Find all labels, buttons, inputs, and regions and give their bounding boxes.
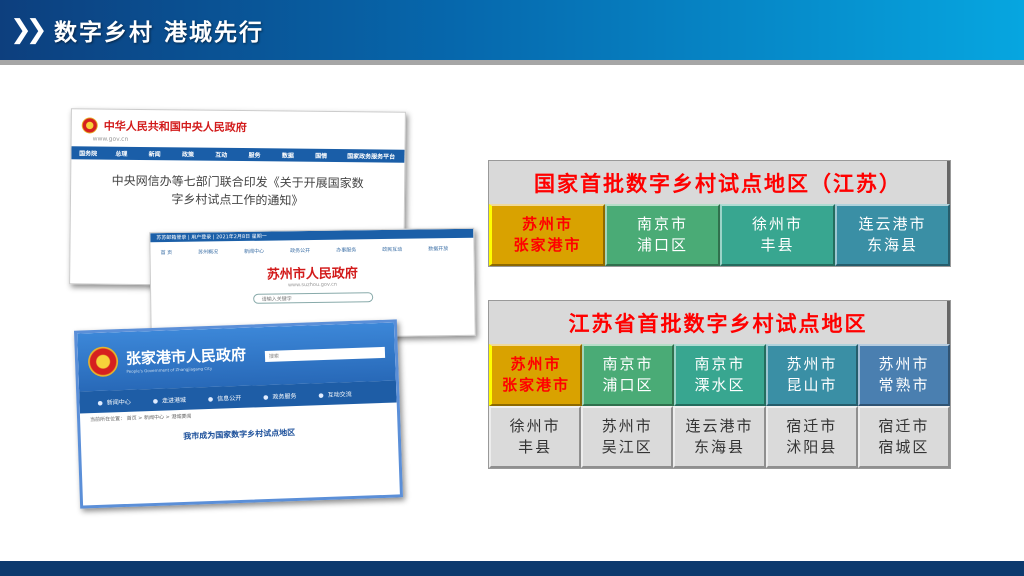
- pilot-area-cell: 宿迁市 沭阳县: [765, 406, 858, 468]
- pilot-district: 张家港市: [513, 236, 582, 254]
- pilot-area-cell: 徐州市 丰县: [489, 406, 582, 468]
- pilot-city: 南京市: [602, 355, 654, 373]
- pilot-district: 东海县: [866, 236, 918, 254]
- pilot-area-cell: 苏州市 张家港市: [489, 204, 605, 266]
- nav-item: 国情: [315, 152, 328, 160]
- pilot-area-cell: 南京市 浦口区: [605, 204, 720, 266]
- pilot-city: 连云港市: [858, 215, 927, 233]
- pilot-city: 苏州市: [521, 215, 573, 233]
- nav-item: 互动: [215, 151, 228, 159]
- article-title: 我市成为国家数字乡村试点地区: [183, 428, 296, 441]
- pilot-district: 宿城区: [878, 438, 930, 456]
- pilot-area-cell: 南京市 溧水区: [674, 344, 766, 406]
- pilot-city: 连云港市: [685, 417, 754, 435]
- nav-item: 服务: [248, 152, 261, 160]
- site-name: 张家港市人民政府: [125, 345, 247, 368]
- nav-item: 政务公开: [290, 248, 311, 255]
- national-emblem-icon: [81, 117, 98, 134]
- nav-item: 数据: [281, 152, 294, 160]
- nav-item: 办事服务: [336, 247, 357, 254]
- nav-item: 苏州概况: [198, 249, 219, 256]
- pilot-district: 丰县: [760, 236, 795, 254]
- nav-item: 政务服务: [263, 390, 296, 400]
- slide-title: 数字乡村 港城先行: [54, 20, 265, 46]
- provincial-pilot-table: 江苏省首批数字乡村试点地区 苏州市 张家港市 南京市 浦口区 南京市 溧水区 苏州市 昆山市苏…: [488, 300, 951, 469]
- nav-item: 国家政务服务平台: [347, 153, 396, 161]
- pilot-city: 宿迁市: [786, 417, 838, 435]
- nav-item: 首 页: [160, 249, 173, 257]
- pilot-city: 徐州市: [751, 215, 803, 233]
- pilot-city: 苏州市: [878, 355, 930, 373]
- pilot-city: 苏州市: [601, 417, 653, 435]
- pilot-city: 宿迁市: [878, 417, 930, 435]
- pilot-area-cell: 南京市 浦口区: [582, 344, 674, 406]
- nav-item: 国务院: [79, 150, 98, 158]
- pilot-district: 东海县: [694, 438, 746, 456]
- site-name: 中华人民共和国中央人民政府: [103, 119, 247, 135]
- search-box: 搜索: [264, 346, 386, 362]
- pilot-area-cell: 连云港市 东海县: [835, 204, 950, 266]
- pilot-area-cell: 苏州市 昆山市: [766, 344, 858, 406]
- zhangjiagang-gov-screenshot: 张家港市人民政府 People's Government of Zhangjiag…: [73, 319, 404, 509]
- nav-item: 信息公开: [208, 392, 241, 402]
- pilot-area-cell: 苏州市 吴江区: [581, 406, 674, 468]
- pilot-district: 沭阳县: [786, 438, 838, 456]
- pilot-area-cell: 连云港市 东海县: [673, 406, 766, 468]
- nav-item: 政策: [181, 151, 195, 159]
- nav-item: 政民互动: [382, 246, 403, 254]
- pilot-district: 常熟市: [878, 376, 930, 394]
- national-emblem-icon: [87, 346, 119, 378]
- nav-item: 新闻: [148, 151, 161, 159]
- header-divider: [0, 60, 1024, 65]
- national-pilot-table: 国家首批数字乡村试点地区（江苏） 苏州市 张家港市 南京市 浦口区 徐州市 丰县 连云港市东…: [488, 160, 951, 267]
- pilot-area-cell: 苏州市 张家港市: [489, 344, 582, 406]
- pilot-district: 昆山市: [786, 376, 838, 394]
- pilot-district: 张家港市: [501, 376, 570, 394]
- pilot-area-cell: 苏州市 常熟市: [858, 344, 950, 406]
- pilot-city: 徐州市: [509, 417, 561, 435]
- pilot-district: 溧水区: [694, 376, 746, 394]
- nav-item: 新闻中心: [97, 396, 131, 406]
- pilot-district: 浦口区: [636, 236, 688, 254]
- pilot-city: 南京市: [694, 355, 746, 373]
- nav-item: 数据开放: [428, 246, 449, 253]
- slide-header: ❯❯ 数字乡村 港城先行: [0, 0, 1024, 60]
- pilot-area-cell: 徐州市 丰县: [720, 204, 835, 266]
- pilot-city: 南京市: [636, 215, 688, 233]
- table-title: 江苏省首批数字乡村试点地区: [489, 301, 950, 344]
- site-nav: 首 页 苏州概况 新闻中心 政务公开 办事服务 政民互动 数据开放: [150, 238, 473, 264]
- pilot-district: 丰县: [518, 438, 553, 456]
- nav-item: 互动交流: [318, 389, 352, 399]
- double-chevron-icon: ❯❯: [10, 15, 48, 45]
- pilot-area-cell: 宿迁市 宿城区: [857, 406, 951, 468]
- nav-item: 新闻中心: [244, 248, 265, 255]
- pilot-district: 吴江区: [601, 438, 653, 456]
- pilot-city: 苏州市: [786, 355, 838, 373]
- table-title: 国家首批数字乡村试点地区（江苏）: [489, 161, 950, 204]
- pilot-city: 苏州市: [510, 355, 562, 373]
- nav-item: 走进港城: [153, 394, 186, 404]
- article-title: 中央网信办等七部门联合印发《关于开展国家数字乡村试点工作的通知》: [111, 173, 364, 208]
- search-box: 请输入关键字: [252, 292, 373, 304]
- nav-item: 总理: [115, 150, 128, 158]
- slide-footer-bar: [0, 561, 1024, 576]
- pilot-district: 浦口区: [602, 376, 654, 394]
